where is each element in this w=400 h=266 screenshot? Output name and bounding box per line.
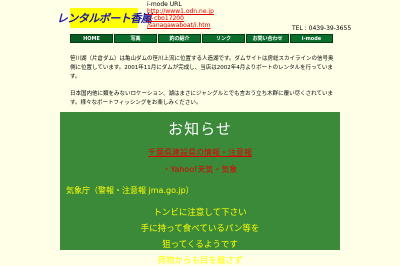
nav-home-button[interactable]: HOME (70, 34, 113, 43)
notice-warning-line-3: 狙ってくるようです (162, 240, 238, 250)
notice-warning-line-4: 荷物からも目を離さず (157, 256, 243, 266)
nav-photos-button[interactable]: 写真 (114, 34, 157, 43)
main-nav: HOME 写真 釣の紹介 リンク お問い合わせ i-mode (70, 34, 334, 44)
notice-warning-block: トンビに注意して下さい 手に持って食べているパン等を 狙ってくるようです 荷物か… (60, 206, 340, 266)
notice-panel: お知らせ 千葉県建設県の情報・注意報 ・Yahoo!天気・気象 気象庁（警報・注… (60, 112, 340, 266)
nav-links-button[interactable]: リンク (202, 34, 245, 43)
intro-content: 笹川湖（片倉ダム）は亀山ダムの笹川上流に位置する人造湖です。ダムサイトは房総スカ… (70, 55, 334, 116)
nav-imode-button[interactable]: i-mode (290, 34, 333, 43)
imode-info: i-mode URL http://www1.odn.ne.jp /~cbo17… (147, 1, 214, 29)
intro-paragraph-1: 笹川湖（片倉ダム）は亀山ダムの笹川上流に位置する人造湖です。ダムサイトは房総スカ… (70, 56, 334, 80)
nav-fishing-intro-button[interactable]: 釣の紹介 (158, 34, 201, 43)
nav-contact-button[interactable]: お問い合わせ (246, 34, 289, 43)
intro-paragraph-2: 日本国内他に類をみないロケーション、湖はまさにジャングルとでも言おう立ち木群に覆… (70, 91, 333, 106)
notice-link-jma[interactable]: 気象庁（警報・注意報 jma.go.jp） (60, 185, 340, 196)
imode-label: i-mode URL (147, 1, 182, 8)
notice-warning-line-1: トンビに注意して下さい (153, 208, 247, 218)
notice-title: お知らせ (168, 120, 232, 138)
site-logo[interactable]: レンタルボート香嵐 (57, 8, 152, 28)
notice-link-chiba[interactable]: 千葉県建設県の情報・注意報 (60, 147, 340, 158)
site-logo-text: レンタルボート香嵐 (56, 12, 152, 25)
notice-link-yahoo-weather[interactable]: ・Yahoo!天気・気象 (60, 164, 340, 175)
imode-url-line-2[interactable]: /~cbo17200 (147, 15, 214, 22)
imode-url-line-3[interactable]: /sanagawaboat/i.htm (147, 22, 214, 29)
notice-warning-line-2: 手に持って食べているパン等を (140, 224, 260, 234)
imode-url-line-1[interactable]: http://www1.odn.ne.jp (147, 8, 214, 15)
telephone-number: TEL : 0439-39-3655 (292, 25, 352, 32)
